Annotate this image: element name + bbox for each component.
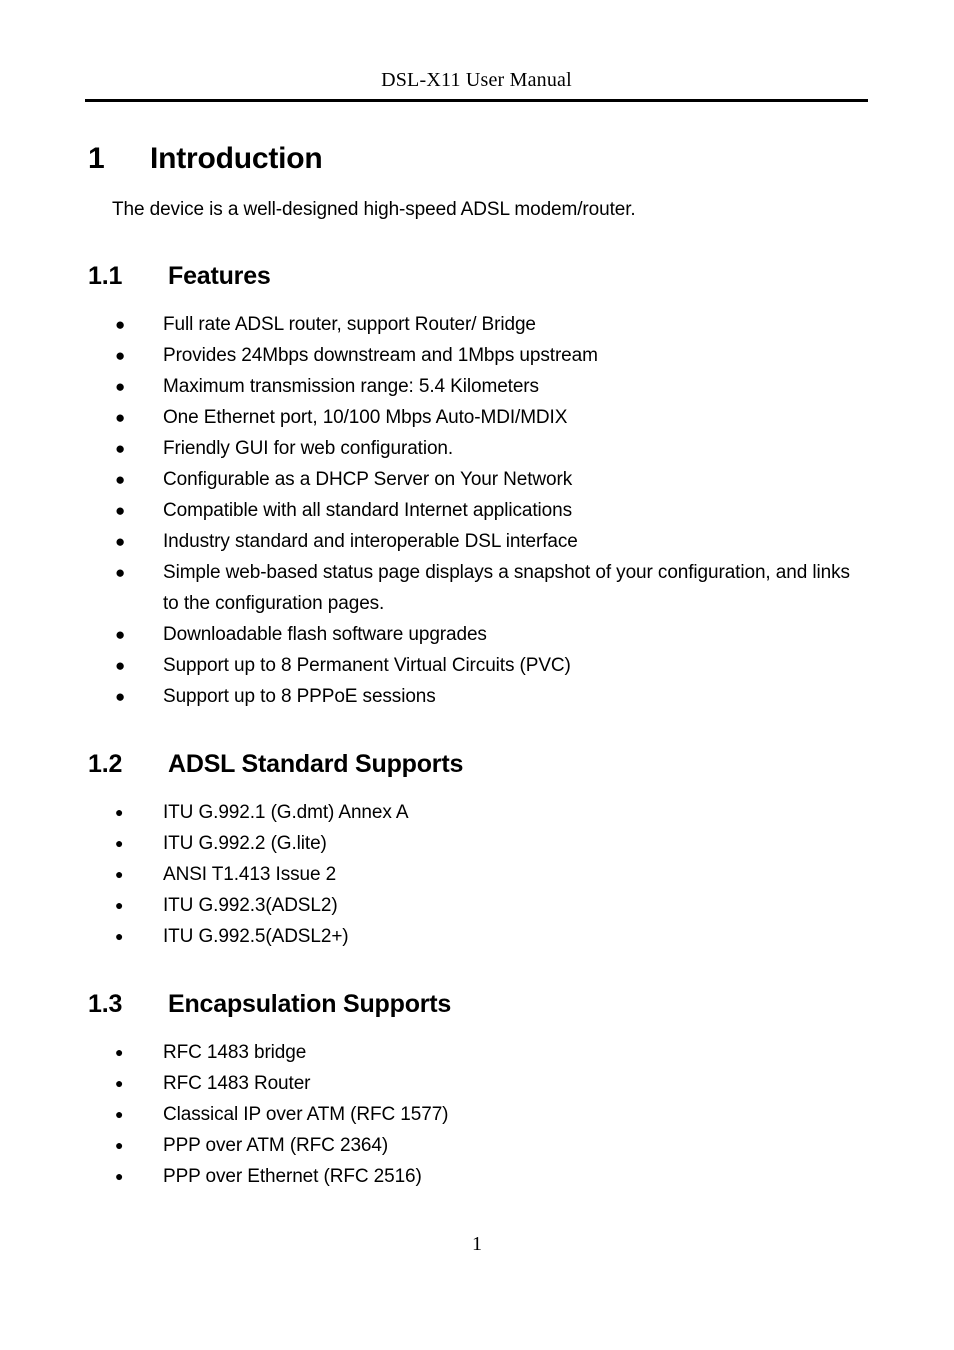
list-item-text: ITU G.992.2 (G.lite): [163, 833, 327, 854]
chapter-heading: 1 Introduction: [88, 140, 954, 178]
chapter-number: 1: [88, 142, 105, 175]
list-item-text: Support up to 8 Permanent Virtual Circui…: [163, 655, 571, 676]
section-number: 1.1: [88, 262, 123, 290]
list-item-text: ITU G.992.1 (G.dmt) Annex A: [163, 802, 409, 823]
list-item-text: Friendly GUI for web configuration.: [163, 438, 454, 459]
bullet-icon: ●: [115, 625, 126, 644]
list-item-text: Provides 24Mbps downstream and 1Mbps ups…: [163, 345, 598, 366]
bullet-icon: ●: [115, 1137, 124, 1153]
bullet-icon: ●: [115, 563, 126, 582]
bullet-icon: ●: [115, 928, 124, 944]
section-heading-adsl-standard-supports: 1.2 ADSL Standard Supports: [88, 748, 954, 781]
list-item: ● Industry standard and interoperable DS…: [115, 526, 853, 557]
list-item: ● Friendly GUI for web configuration.: [115, 433, 853, 464]
bullet-icon: ●: [115, 501, 126, 520]
running-header-title: DSL-X11 User Manual: [381, 69, 572, 91]
list-item-text: ITU G.992.3(ADSL2): [163, 895, 338, 916]
section-number: 1.3: [88, 990, 123, 1018]
list-item: ● RFC 1483 bridge: [115, 1037, 853, 1068]
list-item-text: RFC 1483 Router: [163, 1073, 311, 1094]
bullet-icon: ●: [115, 470, 126, 489]
list-item: ● Compatible with all standard Internet …: [115, 495, 853, 526]
list-item-text: Configurable as a DHCP Server on Your Ne…: [163, 469, 573, 490]
page-number: 1: [472, 1233, 482, 1255]
list-item: ● One Ethernet port, 10/100 Mbps Auto-MD…: [115, 402, 853, 433]
list-item-text: RFC 1483 bridge: [163, 1042, 307, 1063]
page-footer: 1: [0, 1232, 954, 1256]
list-item-text: PPP over Ethernet (RFC 2516): [163, 1166, 422, 1187]
section-title: ADSL Standard Supports: [168, 750, 464, 778]
list-item-text: Support up to 8 PPPoE sessions: [163, 686, 436, 707]
bullet-icon: ●: [115, 439, 126, 458]
list-item: ● Maximum transmission range: 5.4 Kilome…: [115, 371, 853, 402]
header-divider-rule: [85, 99, 868, 102]
list-item: ● ANSI T1.413 Issue 2: [115, 859, 853, 890]
list-item-text: PPP over ATM (RFC 2364): [163, 1135, 389, 1156]
section-number: 1.2: [88, 750, 123, 778]
list-item: ● Simple web-based status page displays …: [115, 557, 853, 619]
encapsulation-supports-list: ● RFC 1483 bridge ● RFC 1483 Router ● Cl…: [0, 1037, 954, 1192]
bullet-icon: ●: [115, 1168, 124, 1184]
list-item-text: Industry standard and interoperable DSL …: [163, 531, 578, 552]
bullet-icon: ●: [115, 656, 126, 675]
list-item-text: ITU G.992.5(ADSL2+): [163, 926, 349, 947]
list-item-text: Maximum transmission range: 5.4 Kilomete…: [163, 376, 539, 397]
list-item-text: Downloadable flash software upgrades: [163, 624, 487, 645]
list-item: ● Support up to 8 PPPoE sessions: [115, 681, 853, 712]
list-item-text: ANSI T1.413 Issue 2: [163, 864, 337, 885]
chapter-title: Introduction: [150, 142, 323, 175]
bullet-icon: ●: [115, 1106, 124, 1122]
adsl-standard-supports-list: ● ITU G.992.1 (G.dmt) Annex A ● ITU G.99…: [0, 797, 954, 952]
bullet-icon: ●: [115, 315, 126, 334]
features-list: ● Full rate ADSL router, support Router/…: [0, 309, 954, 712]
bullet-icon: ●: [115, 532, 126, 551]
bullet-icon: ●: [115, 1075, 124, 1091]
list-item: ● ITU G.992.2 (G.lite): [115, 828, 853, 859]
section-heading-encapsulation-supports: 1.3 Encapsulation Supports: [88, 988, 954, 1021]
running-header: DSL-X11 User Manual: [85, 68, 868, 92]
list-item: ● Downloadable flash software upgrades: [115, 619, 853, 650]
bullet-icon: ●: [115, 346, 126, 365]
list-item: ● PPP over Ethernet (RFC 2516): [115, 1161, 853, 1192]
list-item: ● Classical IP over ATM (RFC 1577): [115, 1099, 853, 1130]
list-item: ● ITU G.992.3(ADSL2): [115, 890, 853, 921]
list-item: ● ITU G.992.5(ADSL2+): [115, 921, 853, 952]
bullet-icon: ●: [115, 408, 126, 427]
document-page: DSL-X11 User Manual 1 Introduction The d…: [0, 0, 954, 1350]
list-item-text: Classical IP over ATM (RFC 1577): [163, 1104, 449, 1125]
bullet-icon: ●: [115, 866, 124, 882]
list-item-text: Compatible with all standard Internet ap…: [163, 500, 573, 521]
section-title: Features: [168, 262, 271, 290]
list-item: ● Full rate ADSL router, support Router/…: [115, 309, 853, 340]
list-item-text: One Ethernet port, 10/100 Mbps Auto-MDI/…: [163, 407, 568, 428]
bullet-icon: ●: [115, 804, 124, 820]
list-item: ● RFC 1483 Router: [115, 1068, 853, 1099]
list-item: ● Configurable as a DHCP Server on Your …: [115, 464, 853, 495]
bullet-icon: ●: [115, 1044, 124, 1060]
list-item-text: Simple web-based status page displays a …: [163, 562, 850, 614]
bullet-icon: ●: [115, 687, 126, 706]
intro-paragraph: The device is a well-designed high-speed…: [112, 199, 636, 220]
bullet-icon: ●: [115, 897, 124, 913]
bullet-icon: ●: [115, 835, 124, 851]
list-item: ● ITU G.992.1 (G.dmt) Annex A: [115, 797, 853, 828]
bullet-icon: ●: [115, 377, 126, 396]
list-item: ● Provides 24Mbps downstream and 1Mbps u…: [115, 340, 853, 371]
document-body: 1 Introduction The device is a well-desi…: [0, 140, 954, 1192]
list-item: ● PPP over ATM (RFC 2364): [115, 1130, 853, 1161]
section-heading-features: 1.1 Features: [88, 260, 954, 293]
list-item-text: Full rate ADSL router, support Router/ B…: [163, 314, 536, 335]
list-item: ● Support up to 8 Permanent Virtual Circ…: [115, 650, 853, 681]
section-title: Encapsulation Supports: [168, 990, 452, 1018]
